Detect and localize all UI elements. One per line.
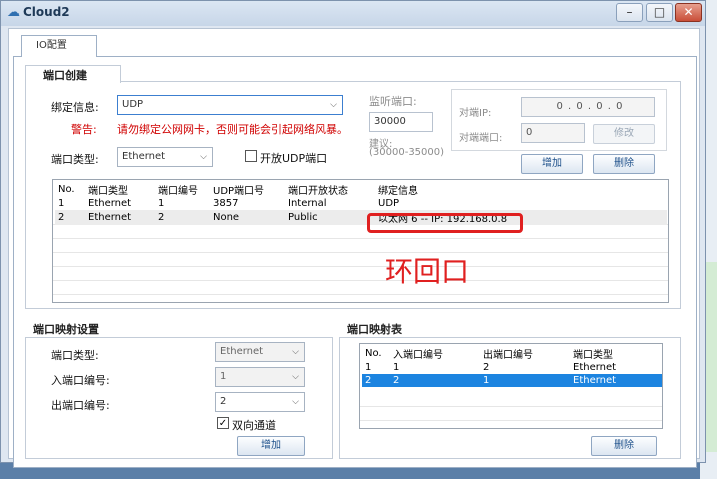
column-header[interactable]: No.	[55, 182, 85, 197]
maximize-button[interactable]: □	[646, 3, 673, 22]
column-header[interactable]: 端口类型	[570, 346, 662, 361]
mapping-port-type-value: Ethernet	[220, 346, 264, 357]
table-cell: Ethernet	[88, 212, 132, 223]
table-row[interactable]: 1 Ethernet 1 3857 Internal UDP	[55, 197, 667, 210]
port-type-label: 端口类型:	[51, 153, 99, 166]
open-udp-label: 开放UDP端口	[260, 152, 328, 165]
bind-info-value: UDP	[122, 99, 144, 110]
table-cell: 2	[390, 374, 480, 387]
column-header[interactable]: 入端口编号	[390, 346, 480, 361]
delete-port-button[interactable]: 删除	[593, 154, 655, 174]
column-header[interactable]: 端口编号	[155, 182, 210, 197]
table-cell: 1	[158, 198, 165, 209]
cloud-dialog: ☁ Cloud2 – □ ✕ IO配置 端口创建 绑定信息: UDP ⌵ 警告:…	[0, 0, 706, 468]
mapping-settings-title: 端口映射设置	[29, 321, 103, 337]
chevron-down-icon: ⌵	[292, 347, 299, 357]
title-bar[interactable]: ☁ Cloud2 – □ ✕	[1, 1, 705, 26]
bidirectional-checkbox[interactable]: ✓	[217, 417, 229, 429]
suggest-range: (30000-35000)	[369, 147, 445, 158]
column-header[interactable]: 端口开放状态	[285, 182, 375, 197]
out-port-value: 2	[220, 396, 227, 407]
open-udp-checkbox[interactable]	[245, 150, 257, 162]
peer-port-input[interactable]: 0	[521, 123, 585, 143]
close-button[interactable]: ✕	[675, 3, 702, 22]
column-header[interactable]: 绑定信息	[375, 182, 667, 197]
table-cell: 2	[483, 362, 490, 373]
table-cell: None	[213, 212, 240, 223]
bind-info-label: 绑定信息:	[51, 101, 99, 114]
chevron-down-icon: ⌵	[330, 100, 337, 110]
add-port-button[interactable]: 增加	[521, 154, 583, 174]
port-type-value: Ethernet	[122, 151, 166, 162]
loopback-annotation: 环回口	[385, 255, 470, 288]
delete-mapping-button[interactable]: 删除	[591, 436, 657, 456]
add-mapping-button[interactable]: 增加	[237, 436, 305, 456]
table-row-selected[interactable]: 2 2 1 Ethernet	[362, 374, 662, 387]
peer-ip-label: 对端IP:	[459, 108, 492, 119]
cloud-app-icon: ☁	[7, 5, 20, 20]
column-header[interactable]: UDP端口号	[210, 182, 285, 197]
out-port-label: 出端口编号:	[51, 399, 110, 412]
mapping-list-table: No. 入端口编号 出端口编号 端口类型 1 1 2 Ethernet 2 2 …	[359, 343, 663, 429]
table-cell: UDP	[378, 198, 400, 209]
out-port-select[interactable]: 2 ⌵	[215, 392, 305, 412]
table-cell: Ethernet	[573, 362, 617, 373]
bidirectional-label: 双向通道	[232, 419, 276, 432]
peer-port-label: 对端端口:	[459, 133, 503, 144]
table-cell: Ethernet	[570, 374, 662, 387]
minimize-button[interactable]: –	[616, 3, 643, 22]
listen-port-label: 监听端口:	[369, 95, 417, 108]
port-list-table: No. 端口类型 端口编号 UDP端口号 端口开放状态 绑定信息 1 Ether…	[52, 179, 669, 303]
table-cell: 1	[365, 362, 372, 373]
table-cell: 2	[158, 212, 165, 223]
port-type-select[interactable]: Ethernet ⌵	[117, 147, 213, 167]
listen-port-input[interactable]: 30000	[369, 112, 433, 132]
chevron-down-icon: ⌵	[200, 152, 207, 162]
in-port-select[interactable]: 1 ⌵	[215, 367, 305, 387]
column-header[interactable]: 端口类型	[85, 182, 155, 197]
table-cell: Internal	[288, 198, 327, 209]
highlight-box	[367, 213, 523, 233]
chevron-down-icon: ⌵	[292, 397, 299, 407]
table-cell: 2	[362, 374, 390, 387]
window-title: Cloud2	[23, 5, 70, 19]
column-header[interactable]: No.	[362, 346, 390, 361]
table-cell: 1	[393, 362, 400, 373]
table-cell: 1	[58, 198, 65, 209]
in-port-value: 1	[220, 371, 227, 382]
table-cell: 1	[480, 374, 570, 387]
chevron-down-icon: ⌵	[292, 372, 299, 382]
mapping-port-type-select[interactable]: Ethernet ⌵	[215, 342, 305, 362]
column-header[interactable]: 出端口编号	[480, 346, 570, 361]
bind-info-select[interactable]: UDP ⌵	[117, 95, 343, 115]
port-create-title: 端口创建	[39, 67, 91, 83]
modify-button[interactable]: 修改	[593, 124, 655, 144]
warning-label: 警告:	[71, 123, 97, 136]
port-table-header: No. 端口类型 端口编号 UDP端口号 端口开放状态 绑定信息	[55, 182, 667, 197]
tab-io-config[interactable]: IO配置	[21, 35, 97, 57]
table-row[interactable]: 2 Ethernet 2 None Public 以太网 6 -- IP: 19…	[55, 210, 667, 225]
table-cell: 3857	[213, 198, 239, 209]
mapping-table-header: No. 入端口编号 出端口编号 端口类型	[362, 346, 662, 361]
table-cell: 2	[58, 212, 65, 223]
table-cell: Ethernet	[88, 198, 132, 209]
table-cell: Public	[288, 212, 318, 223]
table-row[interactable]: 1 1 2 Ethernet	[362, 361, 662, 374]
in-port-label: 入端口编号:	[51, 374, 110, 387]
warning-text: 请勿绑定公网网卡，否则可能会引起网络风暴。	[117, 123, 348, 136]
peer-ip-input[interactable]: 0 . 0 . 0 . 0	[521, 97, 655, 117]
mapping-table-title: 端口映射表	[343, 321, 406, 337]
mapping-port-type-label: 端口类型:	[51, 349, 99, 362]
